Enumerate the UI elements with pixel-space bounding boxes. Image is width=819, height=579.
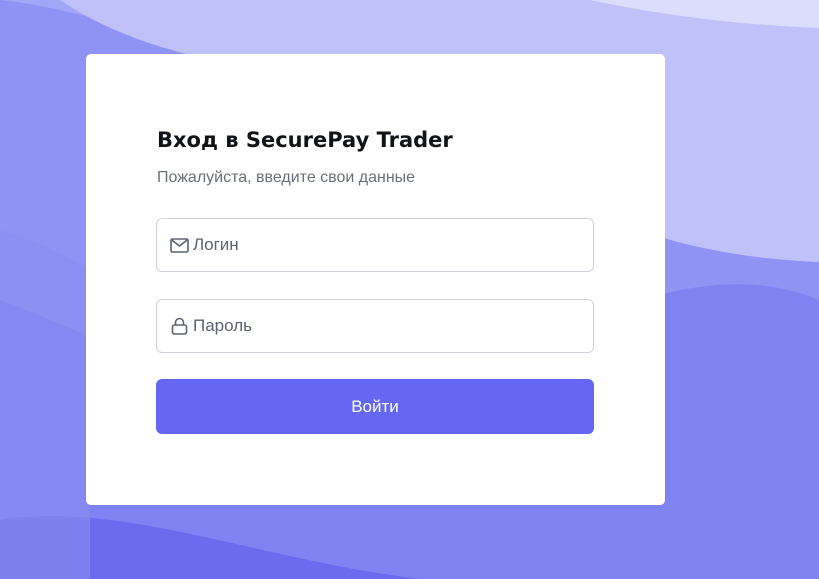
- login-input[interactable]: [193, 235, 573, 255]
- lock-icon: [169, 316, 189, 336]
- subtitle: Пожалуйста, введите свои данные: [157, 169, 416, 186]
- password-input[interactable]: [193, 316, 573, 336]
- title-prefix: Вход в: [157, 128, 239, 152]
- brand-name: SecurePay Trader: [245, 128, 453, 152]
- mail-icon: [169, 235, 189, 255]
- page-title: Вход в SecurePay Trader: [157, 128, 453, 152]
- login-field[interactable]: [156, 218, 594, 272]
- login-card: Вход в SecurePay Trader Пожалуйста, введ…: [86, 54, 665, 505]
- password-field[interactable]: [156, 299, 594, 353]
- login-button[interactable]: Войти: [156, 379, 594, 434]
